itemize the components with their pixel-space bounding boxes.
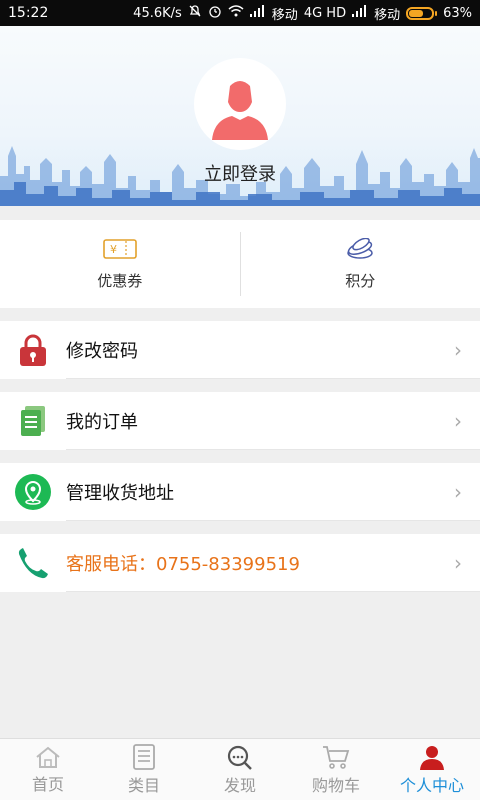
login-link[interactable]: 立即登录 <box>0 160 480 186</box>
menu-item-manage-address[interactable]: 管理收货地址 › <box>0 463 480 521</box>
menu-label: 修改密码 <box>66 341 138 362</box>
nav-category[interactable]: 类目 <box>96 739 192 800</box>
nav-profile[interactable]: 个人中心 <box>384 739 480 800</box>
nav-label: 发现 <box>223 775 256 795</box>
menu-item-my-orders[interactable]: 我的订单 › <box>0 392 480 450</box>
wifi-icon <box>228 5 244 21</box>
status-time: 15:22 <box>8 5 49 21</box>
cart-icon <box>323 745 350 769</box>
battery-percent: 63% <box>443 5 472 21</box>
order-icon <box>21 406 45 436</box>
menu-item-customer-service[interactable]: 客服电话：0755-83399519 › <box>0 534 480 592</box>
shortcut-coupon[interactable]: ¥ 优惠券 <box>0 220 240 308</box>
default-user-icon <box>204 68 276 140</box>
battery-icon <box>406 6 438 20</box>
signal-icon-2 <box>352 5 368 21</box>
signal-icon-1 <box>249 5 266 21</box>
svg-text:¥: ¥ <box>110 243 117 256</box>
shortcut-row: ¥ 优惠券 积分 <box>0 220 480 308</box>
mute-bell-icon <box>188 4 202 22</box>
coupon-label: 优惠券 <box>97 271 143 290</box>
status-bar: 15:22 45.6K/s 移动 4G HD 移动 63% <box>0 0 480 26</box>
menu-item-change-password[interactable]: 修改密码 › <box>0 321 480 379</box>
home-icon <box>36 746 60 768</box>
category-icon <box>133 743 155 770</box>
network-type: 4G HD <box>303 5 347 21</box>
nav-label: 首页 <box>31 774 64 794</box>
location-icon <box>15 474 51 510</box>
menu-label: 客服电话：0755-83399519 <box>66 554 300 575</box>
nav-label: 类目 <box>127 775 160 795</box>
coupon-icon: ¥ <box>102 238 137 259</box>
menu-label: 管理收货地址 <box>66 483 174 504</box>
user-icon <box>420 745 444 770</box>
carrier-2: 移动 <box>374 7 401 23</box>
chevron-right-icon: › <box>454 480 462 504</box>
discover-icon <box>227 745 252 770</box>
alarm-icon <box>208 4 222 22</box>
phone-icon <box>18 548 48 579</box>
points-icon <box>347 237 373 259</box>
menu-label: 我的订单 <box>66 412 138 433</box>
points-label: 积分 <box>345 271 376 290</box>
shortcut-points[interactable]: 积分 <box>241 220 480 308</box>
carrier-1: 移动 <box>271 7 298 23</box>
profile-header: 立即登录 <box>0 26 480 206</box>
nav-home[interactable]: 首页 <box>0 739 96 800</box>
chevron-right-icon: › <box>454 338 462 362</box>
lock-icon <box>20 334 46 366</box>
chevron-right-icon: › <box>454 409 462 433</box>
bottom-nav: 首页 类目 发现 购物车 个人中心 <box>0 738 480 800</box>
nav-label: 购物车 <box>311 775 360 795</box>
nav-cart[interactable]: 购物车 <box>288 739 384 800</box>
nav-discover[interactable]: 发现 <box>192 739 288 800</box>
avatar[interactable] <box>194 58 286 150</box>
net-speed: 45.6K/s <box>133 5 182 21</box>
nav-label: 个人中心 <box>399 775 464 795</box>
chevron-right-icon: › <box>454 551 462 575</box>
